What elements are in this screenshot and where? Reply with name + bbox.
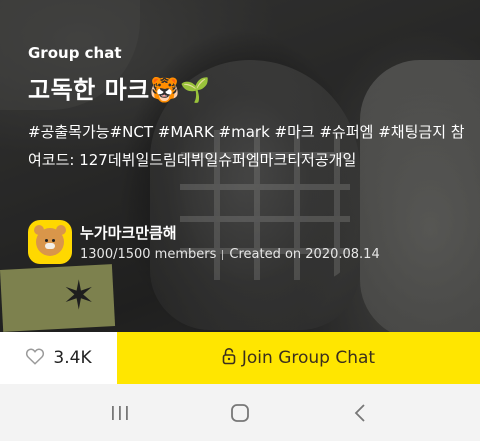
back-icon[interactable] [340,393,380,433]
like-button[interactable]: 3.4K [0,332,117,384]
system-navigation-bar [0,384,480,441]
chat-room-description: #공출목가능#NCT #MARK #mark #마크 #슈퍼엠 #채팅금지 참여… [28,123,465,169]
owner-name: 누가마크만큼해 [80,224,177,242]
join-group-chat-button[interactable]: Join Group Chat [117,332,480,384]
owner-info: 누가마크만큼해 1300/1500 members Created on 2020… [28,220,380,264]
chat-type-label: Group chat [28,44,122,62]
like-count: 3.4K [53,348,92,368]
chat-room-title: 고독한 마크🐯🌱 [28,76,211,104]
meta-divider [222,249,224,260]
recent-apps-icon[interactable] [100,393,140,433]
heart-outline-icon [25,347,45,369]
ryan-character-icon[interactable] [28,220,72,264]
created-date: Created on 2020.08.14 [229,247,380,262]
home-icon[interactable] [220,393,260,433]
join-button-label: Join Group Chat [241,348,376,368]
member-count: 1300/1500 members [80,247,217,262]
padlock-icon [222,347,236,369]
room-meta: 1300/1500 members Created on 2020.08.14 [80,247,380,262]
action-bar: 3.4K Join Group Chat [0,332,480,384]
